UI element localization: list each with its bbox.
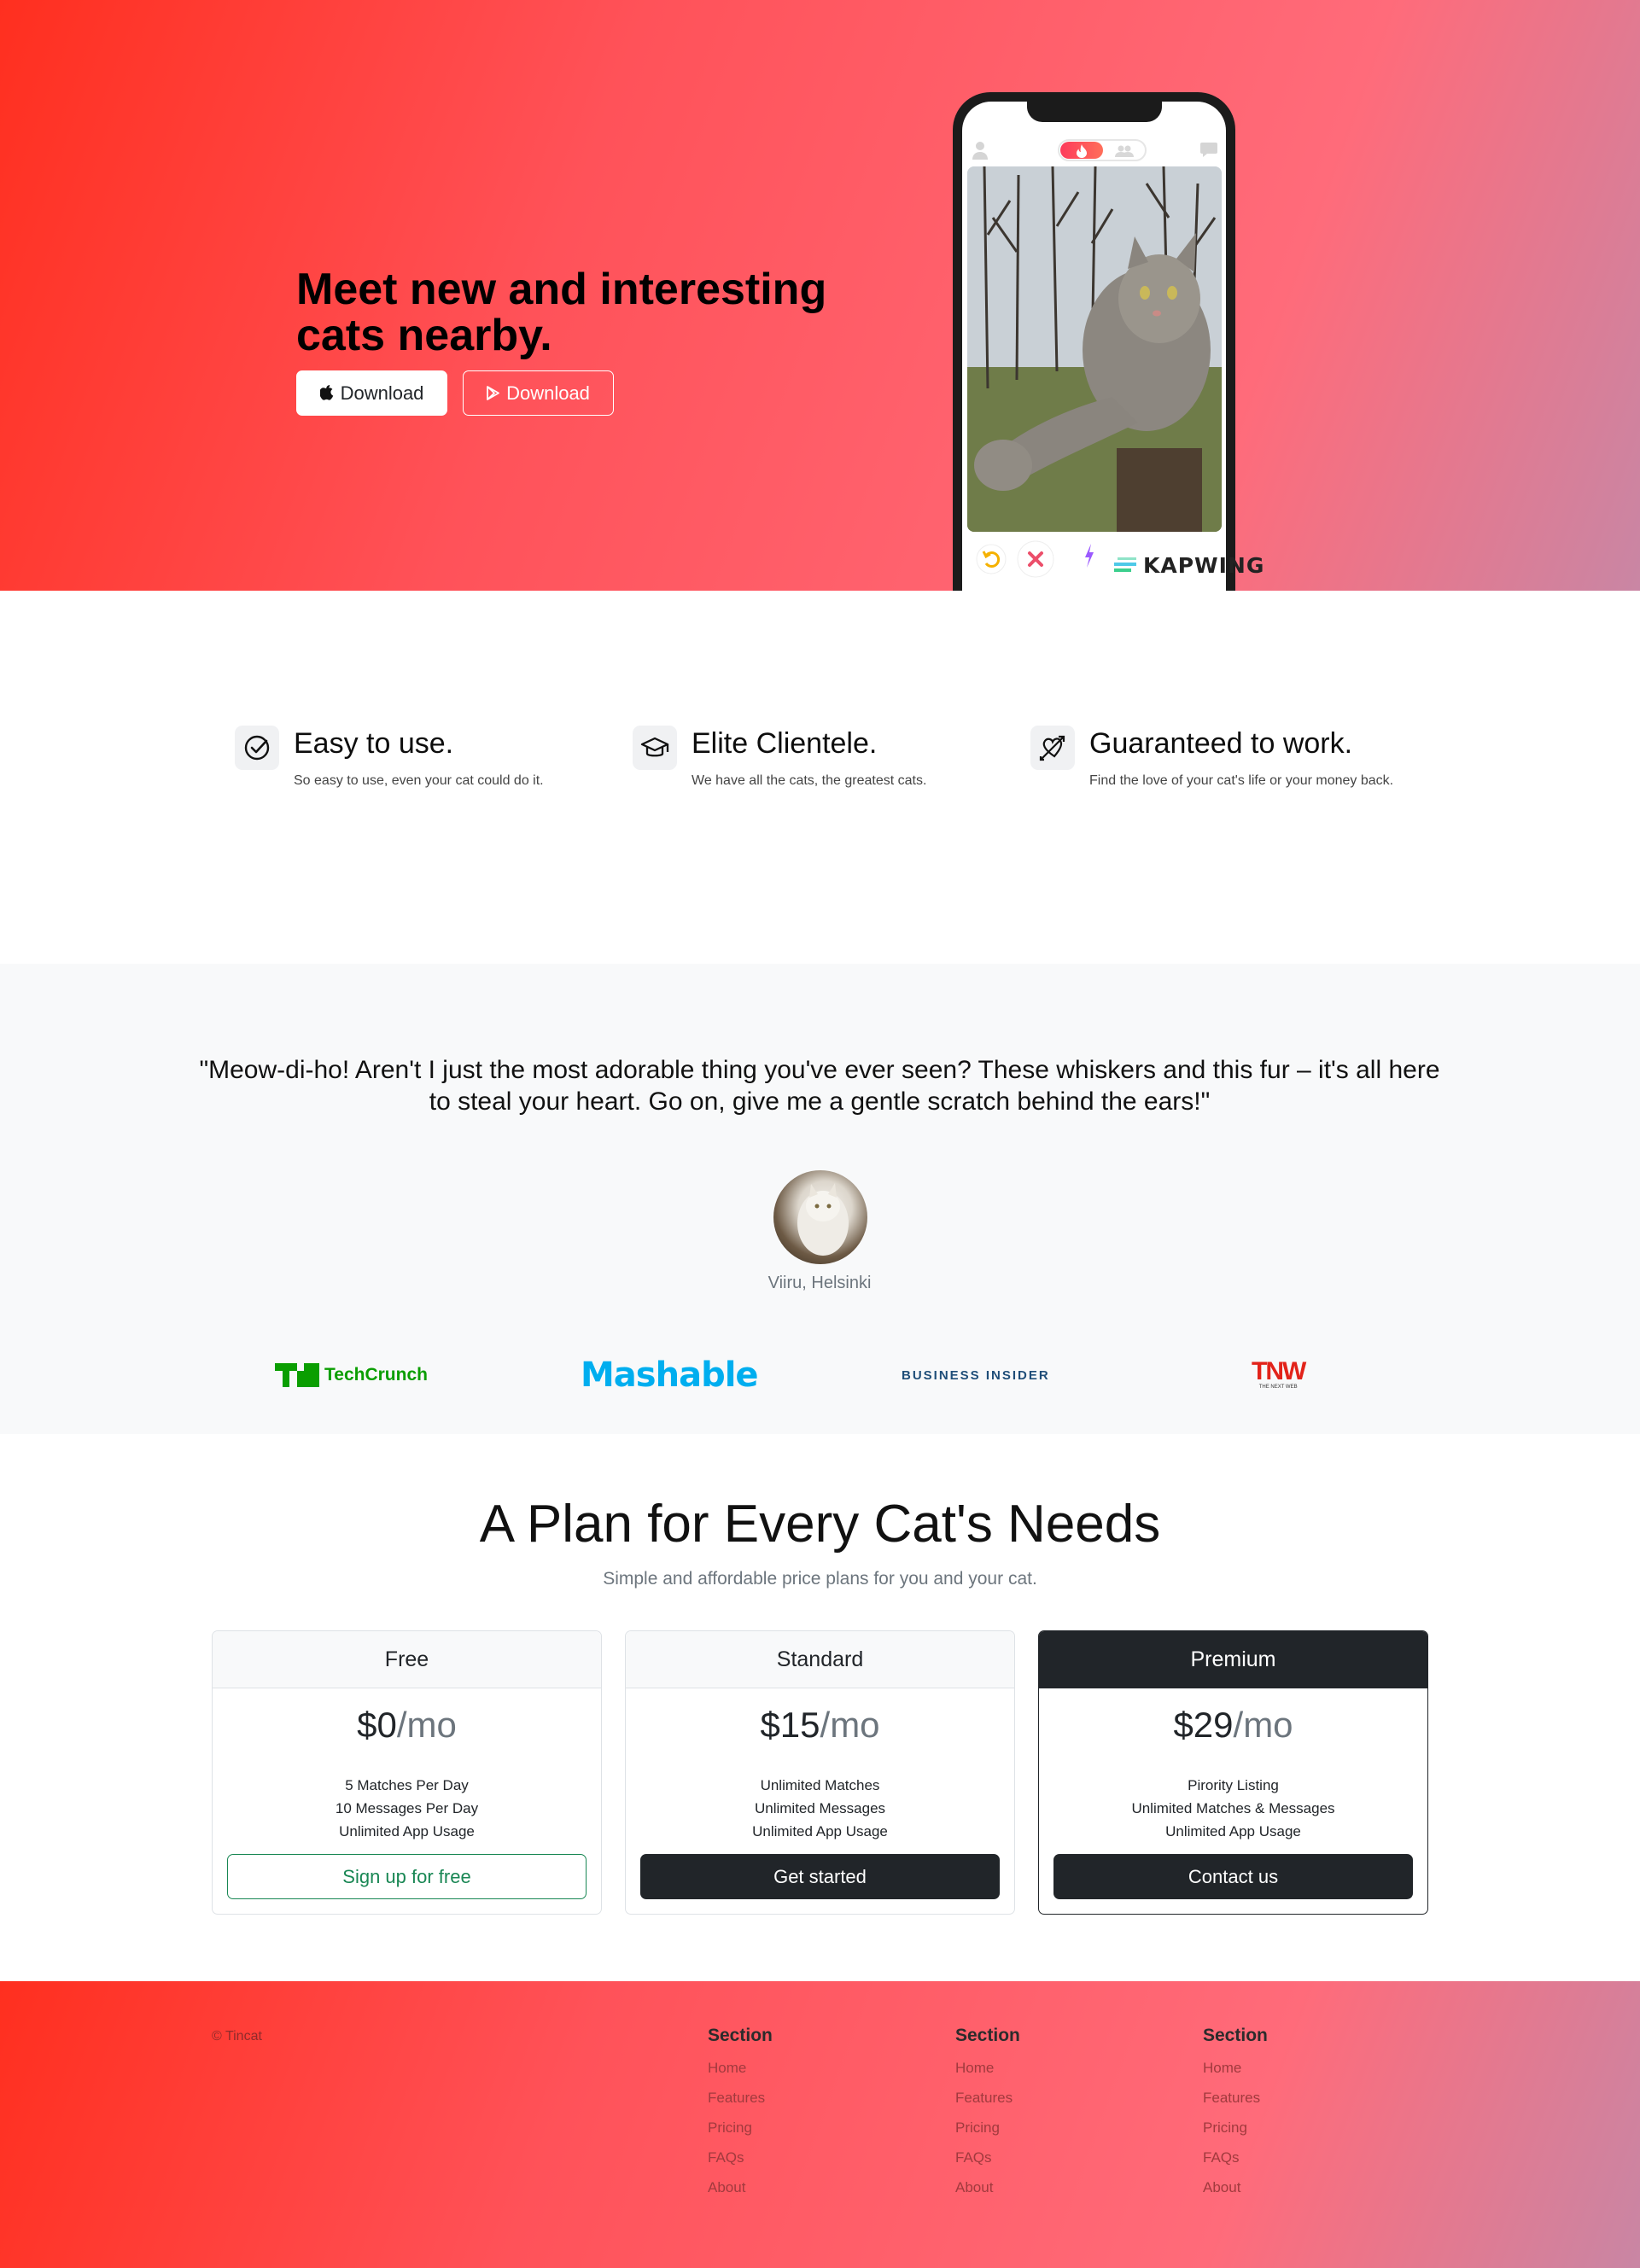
feature-description: Find the love of your cat's life or your… [1089,773,1394,788]
footer: © Tincat Section Home Features Pricing F… [0,1981,1640,2268]
business-insider-logo: BUSINESS INSIDER [902,1367,1050,1383]
plan-price: $0/mo [357,1705,457,1745]
footer-link-faqs[interactable]: FAQs [708,2143,773,2172]
footer-link-features[interactable]: Features [955,2083,1020,2113]
feature-title: Elite Clientele. [692,727,878,760]
plan-card-free: Free $0/mo 5 Matches Per Day 10 Messages… [212,1630,602,1915]
footer-column: Section Home Features Pricing FAQs About [1203,2026,1268,2202]
plan-features: 5 Matches Per Day 10 Messages Per Day Un… [335,1777,479,1839]
boost-icon [1085,544,1094,568]
google-play-icon [487,386,499,400]
hero-section: Meet new and interesting cats nearby. Do… [0,0,1640,591]
feature-title: Guaranteed to work. [1089,727,1353,760]
footer-link-about[interactable]: About [708,2172,773,2202]
pricing-subtitle: Simple and affordable price plans for yo… [603,1569,1037,1589]
flame-icon [1077,144,1087,158]
rewind-icon [976,544,1007,574]
footer-link-faqs[interactable]: FAQs [1203,2143,1268,2172]
feature-title: Easy to use. [294,727,454,760]
contact-us-button[interactable]: Contact us [1053,1854,1413,1899]
cat-profile-photo [967,166,1222,532]
phone-mockup [953,92,1235,591]
pricing-title: A Plan for Every Cat's Needs [479,1495,1161,1554]
plan-name: Premium [1039,1631,1427,1688]
tnw-logo: TNW THE NEXT WEB [1252,1357,1306,1391]
avatar [773,1170,867,1264]
techcrunch-logo: TechCrunch [275,1358,428,1392]
sign-up-free-button[interactable]: Sign up for free [227,1854,587,1899]
plan-features: Pirority Listing Unlimited Matches & Mes… [1131,1777,1335,1839]
footer-link-home[interactable]: Home [708,2053,773,2083]
footer-link-faqs[interactable]: FAQs [955,2143,1020,2172]
kapwing-watermark: KAPWING [1114,553,1264,578]
check-circle-icon [235,726,279,770]
testimonial-section: "Meow-di-ho! Aren't I just the most ador… [0,964,1640,1434]
footer-heading: Section [955,2026,1020,2045]
group-icon [1115,145,1134,157]
get-started-button[interactable]: Get started [640,1854,1000,1899]
footer-link-pricing[interactable]: Pricing [708,2113,773,2143]
plan-price: $15/mo [760,1705,880,1745]
discover-toggle [1058,139,1147,161]
graduation-cap-icon [633,726,677,770]
footer-link-pricing[interactable]: Pricing [1203,2113,1268,2143]
testimonial-author: Viiru, Helsinki [767,1274,872,1292]
copyright: © Tincat [212,2029,262,2044]
pricing-section: A Plan for Every Cat's Needs Simple and … [0,1434,1640,1981]
mashable-logo: Mashable [581,1356,759,1395]
kapwing-logo-mark [1114,557,1136,572]
testimonial-quote: "Meow-di-ho! Aren't I just the most ador… [199,1056,1440,1116]
footer-link-pricing[interactable]: Pricing [955,2113,1020,2143]
feature-description: So easy to use, even your cat could do i… [294,773,544,788]
profile-icon [972,142,988,160]
phone-notch [1027,102,1162,122]
google-play-download-button[interactable]: Download [463,370,614,416]
plan-name: Free [213,1631,601,1688]
phone-screen [962,102,1226,591]
footer-link-home[interactable]: Home [955,2053,1020,2083]
footer-column: Section Home Features Pricing FAQs About [708,2026,773,2202]
app-store-download-button[interactable]: Download [296,370,447,416]
chat-icon [1200,143,1217,157]
features-section: Easy to use. So easy to use, even your c… [0,591,1640,964]
heart-arrow-icon [1030,726,1075,770]
plan-card-premium: Premium $29/mo Pirority Listing Unlimite… [1038,1630,1428,1915]
footer-heading: Section [708,2026,773,2045]
footer-link-about[interactable]: About [955,2172,1020,2202]
footer-link-about[interactable]: About [1203,2172,1268,2202]
feature-description: We have all the cats, the greatest cats. [692,773,927,788]
plan-card-standard: Standard $15/mo Unlimited Matches Unlimi… [625,1630,1015,1915]
footer-column: Section Home Features Pricing FAQs About [955,2026,1020,2202]
footer-link-features[interactable]: Features [1203,2083,1268,2113]
plan-features: Unlimited Matches Unlimited Messages Unl… [752,1777,888,1839]
plan-price: $29/mo [1173,1705,1293,1745]
footer-link-features[interactable]: Features [708,2083,773,2113]
nope-icon [1017,540,1054,578]
footer-heading: Section [1203,2026,1268,2045]
hero-title: Meet new and interesting cats nearby. [296,265,827,360]
plan-name: Standard [626,1631,1014,1688]
app-store-download-label: Download [340,382,424,404]
footer-link-home[interactable]: Home [1203,2053,1268,2083]
google-play-download-label: Download [506,382,590,404]
apple-icon [319,385,333,400]
